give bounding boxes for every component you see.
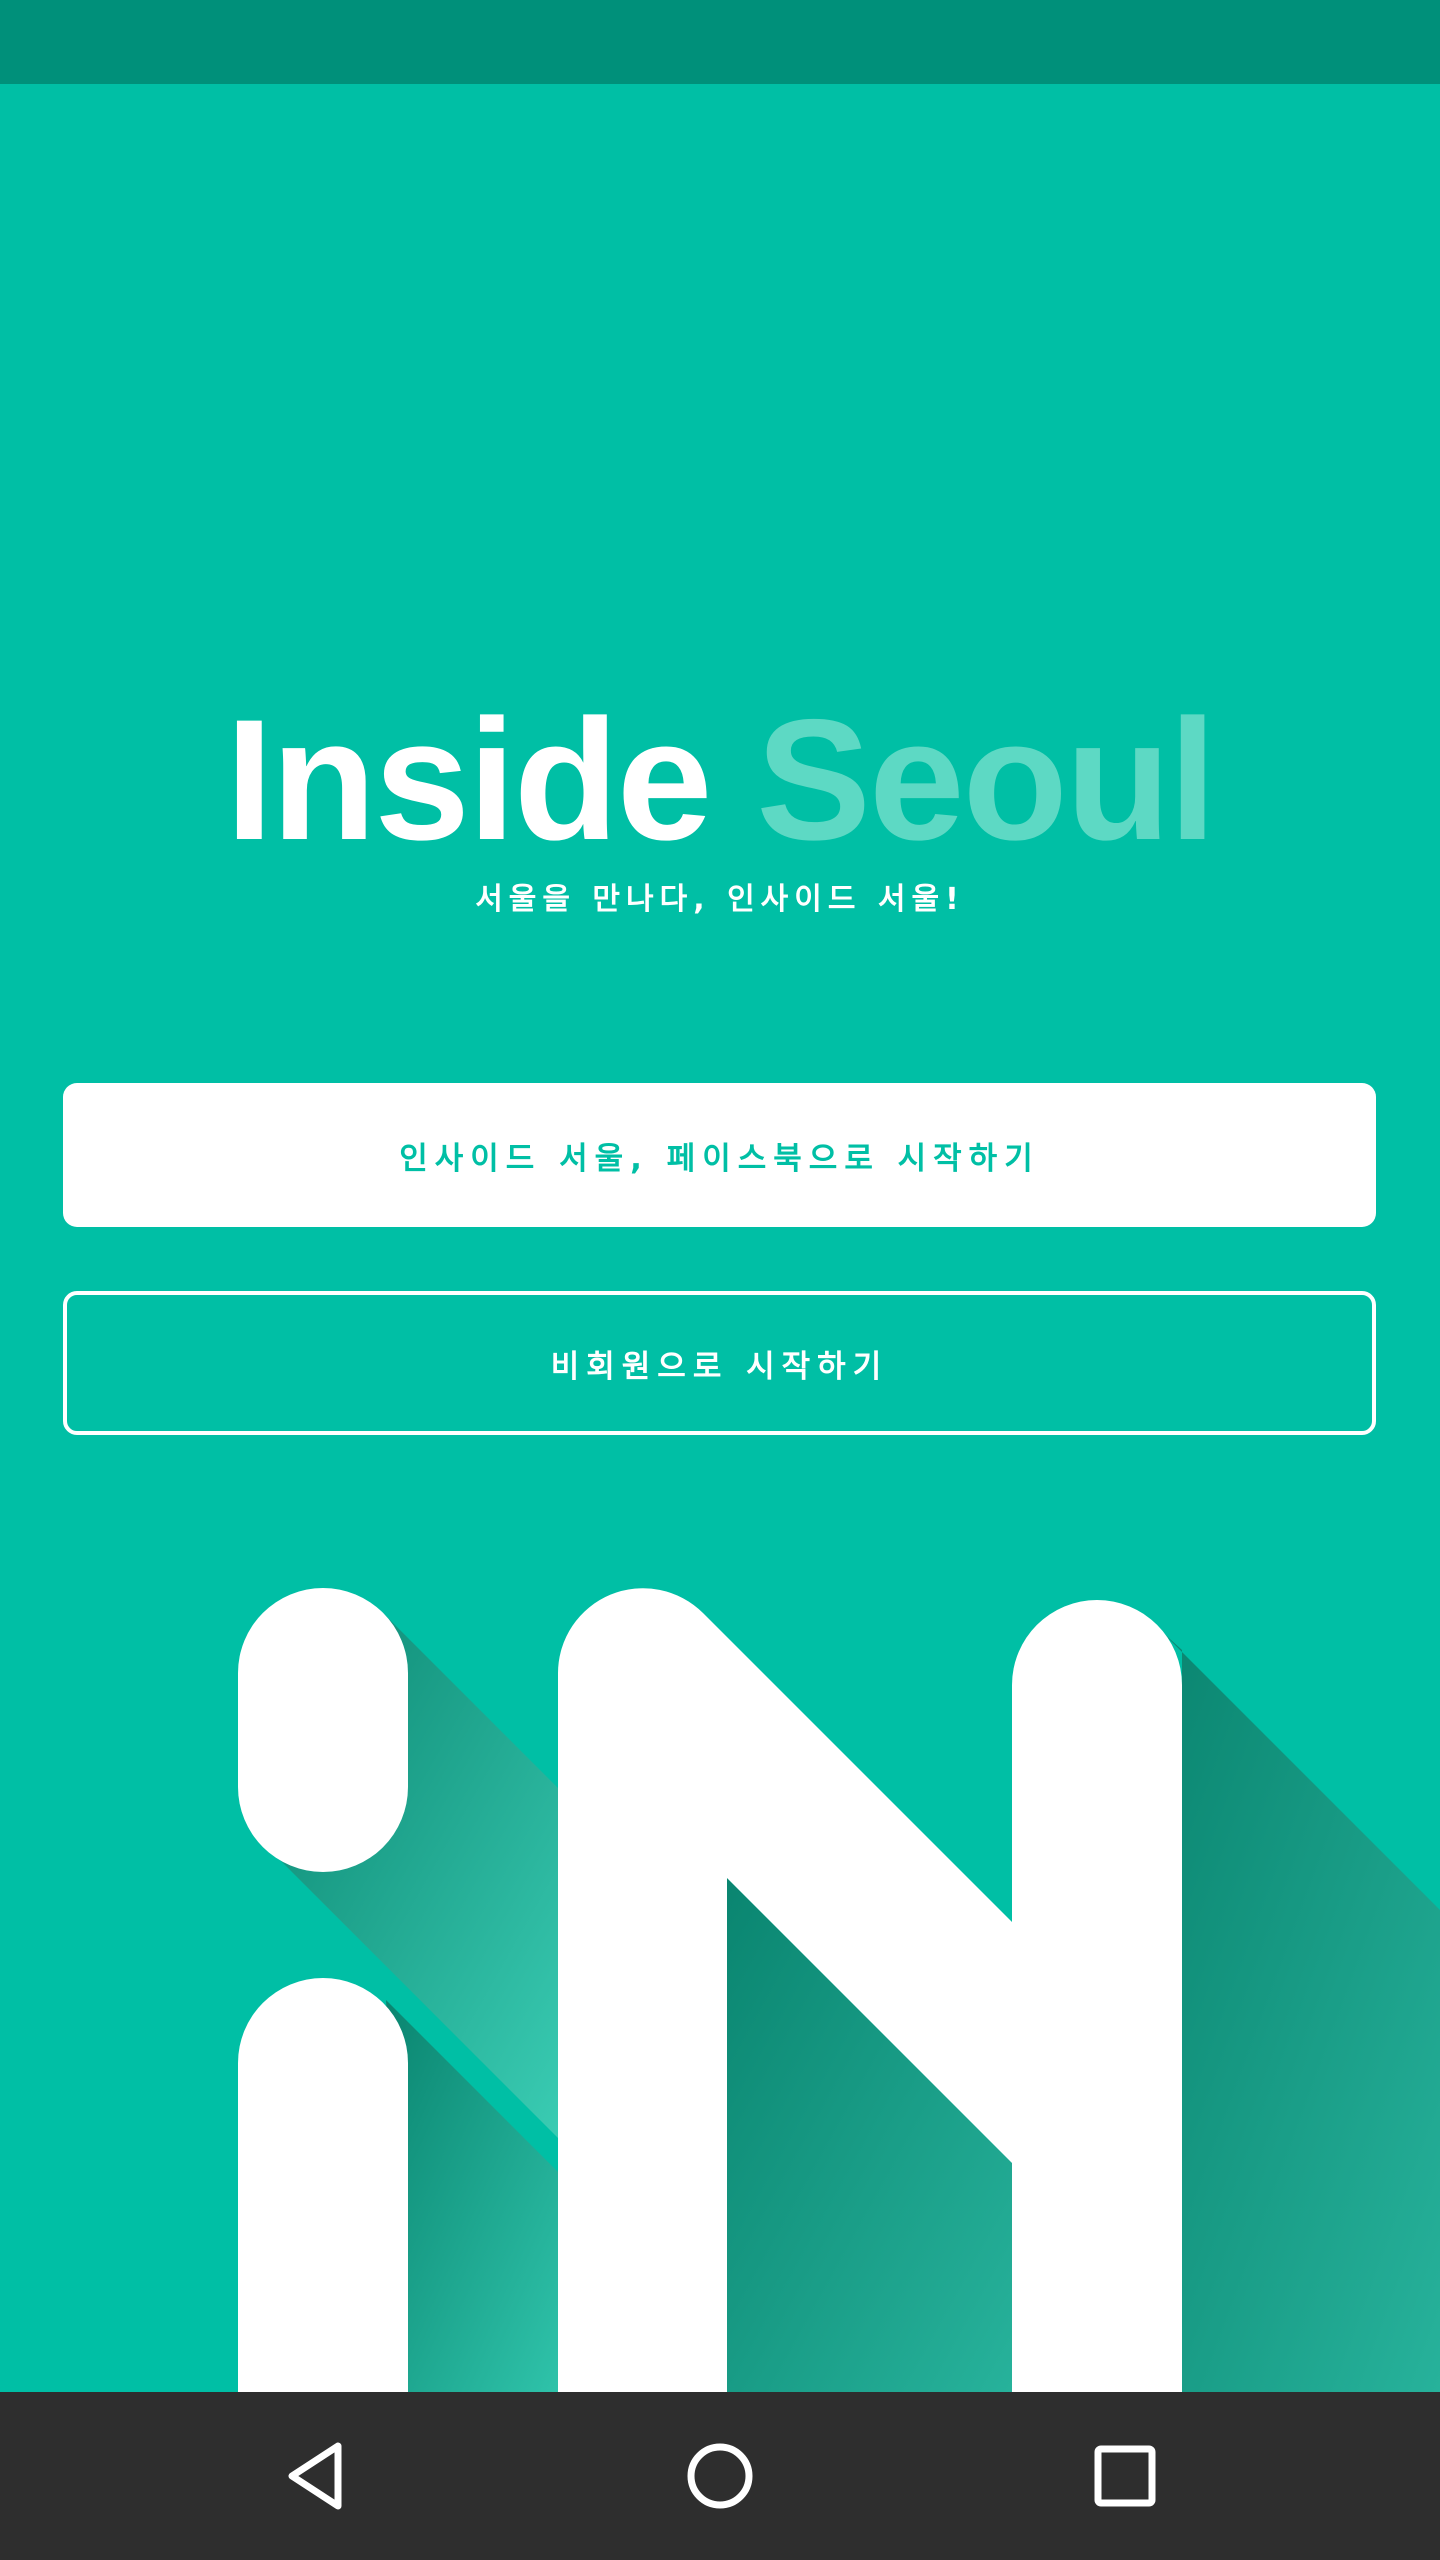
back-triangle-icon [288, 2442, 342, 2510]
back-button[interactable] [266, 2426, 366, 2526]
status-bar [0, 0, 1440, 84]
facebook-start-button[interactable]: 인사이드 서울, 페이스북으로 시작하기 [63, 1083, 1376, 1227]
home-button[interactable] [670, 2426, 770, 2526]
in-logo-icon [238, 1588, 1440, 2392]
navigation-bar [0, 2392, 1440, 2560]
logo-i-dot [238, 1588, 408, 1872]
app-title: Inside Seoul [0, 690, 1440, 870]
guest-start-button[interactable]: 비회원으로 시작하기 [63, 1291, 1376, 1435]
home-circle-icon [687, 2443, 753, 2509]
logo-i-stem [238, 1978, 408, 2392]
title-seoul: Seoul [756, 684, 1216, 876]
title-inside: Inside [225, 684, 712, 876]
logo-n-right [1012, 1600, 1182, 2392]
logo-shadow-right [1160, 1630, 1440, 2392]
app-subtitle: 서울을 만나다, 인사이드 서울! [475, 882, 965, 917]
recents-button[interactable] [1075, 2426, 1175, 2526]
recents-square-icon [1094, 2445, 1156, 2507]
